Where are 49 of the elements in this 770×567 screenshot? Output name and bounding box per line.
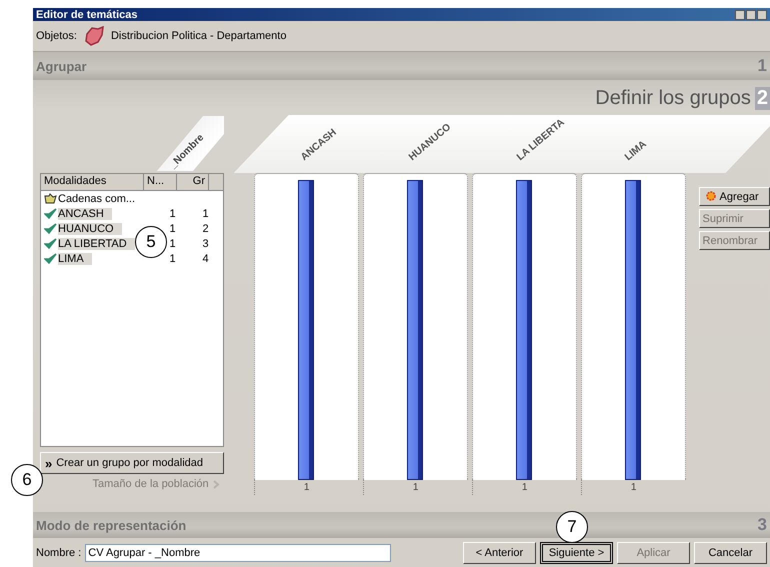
chevron-right-icon — [212, 480, 220, 488]
step-number: 2 — [754, 86, 770, 110]
group-column[interactable] — [254, 173, 359, 480]
group-cell-text: 4 — [202, 252, 210, 264]
column-header[interactable]: N... — [144, 174, 177, 190]
double-chevron-icon: » — [45, 456, 52, 470]
count-cell-text: 1 — [168, 208, 176, 220]
modality-name[interactable]: HUANUCO — [58, 222, 122, 234]
section-title: Modo de representación — [36, 518, 186, 532]
group-cell-text: 1 — [202, 208, 210, 220]
check-icon[interactable] — [44, 238, 57, 249]
check-icon[interactable] — [44, 223, 57, 234]
step-title: Definir los grupos — [595, 86, 751, 110]
count-cell-text: 1 — [168, 252, 176, 264]
field-header-label: _Nombre — [168, 132, 206, 171]
step-number: 1 — [758, 56, 767, 76]
footer-button[interactable]: < Anterior — [463, 542, 536, 564]
name-input[interactable]: CV Agrupar - _Nombre — [85, 544, 392, 562]
name-label: Nombre : — [36, 546, 82, 558]
window-title: Editor de temáticas — [36, 8, 138, 20]
create-groups-button[interactable]: » Crear un grupo por modalidad — [40, 452, 224, 474]
objects-label: Objetos: — [36, 30, 77, 42]
check-icon[interactable] — [44, 208, 57, 219]
column-header[interactable]: Modalidades — [41, 174, 144, 190]
check-icon[interactable] — [44, 253, 57, 264]
modality-name[interactable]: LA LIBERTAD — [58, 238, 135, 250]
group-count: 1 — [580, 480, 686, 495]
group-cell-text: 3 — [202, 238, 210, 250]
modality-name[interactable]: LIMA — [58, 252, 92, 264]
modality-name[interactable]: ANCASH — [58, 208, 112, 220]
footer-button[interactable]: Cancelar — [694, 542, 767, 564]
callout-number: 6 — [11, 464, 43, 496]
group-count: 1 — [472, 480, 577, 495]
group-column[interactable] — [362, 173, 468, 480]
count-cell-text: 1 — [168, 238, 176, 250]
column-header[interactable]: Gr — [177, 174, 209, 190]
group-cell-text: 2 — [202, 222, 210, 234]
count-cell-text: 1 — [168, 222, 176, 234]
group-column[interactable] — [472, 173, 577, 480]
group-column[interactable] — [580, 173, 686, 480]
section-title: Agrupar — [36, 58, 87, 74]
group-label: Cadenas com... — [58, 192, 136, 204]
objects-value: Distribucion Politica - Departamento — [110, 30, 286, 42]
footer-button[interactable]: Siguiente > — [540, 542, 613, 564]
side-button[interactable]: Agregar — [698, 187, 770, 206]
group-count: 1 — [254, 480, 359, 495]
step-number: 3 — [758, 515, 767, 535]
group-count: 1 — [362, 480, 468, 495]
map-region-icon — [82, 26, 105, 46]
